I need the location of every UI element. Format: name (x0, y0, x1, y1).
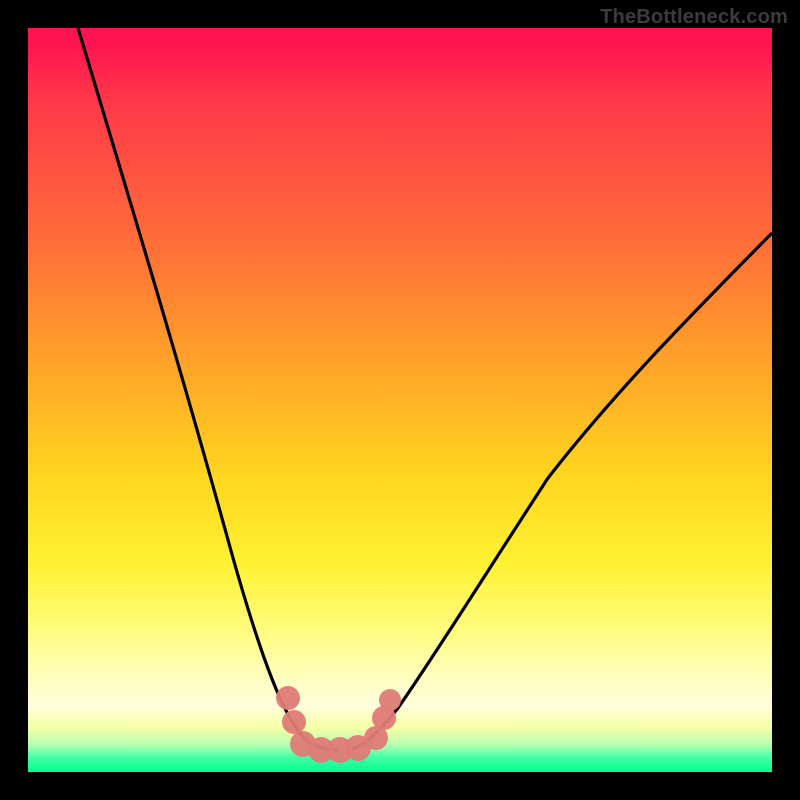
trough-node (282, 710, 306, 734)
left-curve (78, 28, 338, 750)
chart-svg (28, 28, 772, 772)
trough-node (276, 686, 300, 710)
trough-node (379, 689, 401, 711)
trough-nodes-group (276, 686, 401, 763)
watermark-text: TheBottleneck.com (600, 6, 788, 29)
chart-plot-area (28, 28, 772, 772)
right-curve (348, 233, 772, 750)
